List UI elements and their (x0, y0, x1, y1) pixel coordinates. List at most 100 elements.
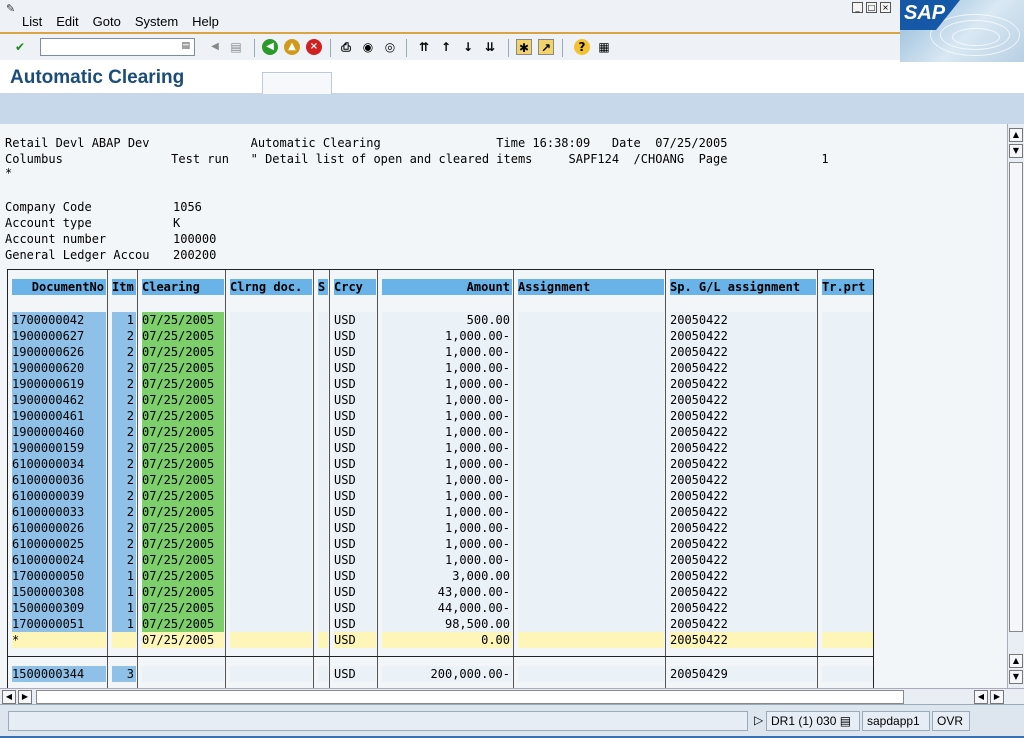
column-header-special[interactable]: S (318, 279, 328, 295)
cell-clearing-doc (230, 568, 312, 584)
cell-document-no[interactable]: 1500000309 (12, 600, 106, 616)
cell-document-no[interactable]: 6100000026 (12, 520, 106, 536)
column-header-amount[interactable]: Amount (382, 279, 512, 295)
column-header-assignment[interactable]: Assignment (518, 279, 664, 295)
menu-window-icon[interactable]: ✎ (6, 2, 15, 15)
find-icon[interactable]: ◉ (360, 39, 376, 55)
back-icon[interactable]: ◀ (262, 39, 278, 55)
subtotal-cell-item (112, 632, 136, 648)
cell-document-no[interactable]: 1500000308 (12, 584, 106, 600)
subtotal-cell-currency: USD (334, 632, 376, 648)
cell-clearing-doc (230, 376, 312, 392)
column-header-document-no[interactable]: DocumentNo (12, 279, 106, 295)
cell-document-no[interactable]: 1900000461 (12, 408, 106, 424)
cancel-icon[interactable]: × (306, 39, 322, 55)
cell-document-no[interactable]: 1700000051 (12, 616, 106, 632)
new-session-icon[interactable]: ✱ (516, 39, 532, 55)
cell-document-no[interactable]: 6100000024 (12, 552, 106, 568)
menu-edit[interactable]: Edit (56, 14, 78, 29)
layout-menu-icon[interactable]: ▦ (596, 39, 612, 55)
cell-item: 2 (112, 392, 136, 408)
cell-item: 2 (112, 536, 136, 552)
server-name: sapdapp1 (862, 711, 930, 731)
cell-clearing-date: 07/25/2005 (142, 488, 224, 504)
cell-clearing-date: 07/25/2005 (142, 520, 224, 536)
scroll-down-icon[interactable]: ▼ (1009, 670, 1023, 684)
scroll-up-icon[interactable]: ▲ (1009, 128, 1023, 142)
vertical-scrollbar[interactable]: ▲ ▼ ▲ ▼ (1007, 124, 1024, 688)
cell-amount: 1,000.00- (382, 488, 512, 504)
cell-document-no[interactable]: 1900000627 (12, 328, 106, 344)
column-header-clearing-doc[interactable]: Clrng doc. (230, 279, 312, 295)
cell-document-no[interactable]: 6100000033 (12, 504, 106, 520)
page-up-icon[interactable]: ▼ (1009, 144, 1023, 158)
horizontal-scroll-thumb[interactable] (36, 690, 904, 704)
cell-special (318, 616, 328, 632)
exit-icon[interactable]: ▲ (284, 39, 300, 55)
cell-document-no[interactable]: 1900000159 (12, 440, 106, 456)
cell-currency: USD (334, 360, 376, 376)
column-header-clearing-date[interactable]: Clearing (142, 279, 224, 295)
cell-document-no[interactable]: 6100000025 (12, 536, 106, 552)
open-items-table: DocumentNo Itm Clearing Clrng doc. S Crcy Amou… (7, 269, 874, 688)
cell-item: 2 (112, 472, 136, 488)
next-page-icon[interactable]: ↓ (460, 39, 476, 55)
page-left-icon[interactable]: ◀ (974, 690, 988, 704)
menu-system[interactable]: System (135, 14, 178, 29)
scroll-right-icon[interactable]: ▶ (990, 690, 1004, 704)
column-header-sp-gl-assignment[interactable]: Sp. G/L assignment (670, 279, 816, 295)
command-field[interactable]: ▤ (40, 38, 195, 56)
cell-amount: 1,000.00- (382, 408, 512, 424)
restore-icon[interactable]: □ (866, 2, 877, 13)
save-icon[interactable]: ▤ (228, 39, 244, 55)
cell-clearing-date: 07/25/2005 (142, 312, 224, 328)
resize-grip-icon[interactable] (972, 711, 1016, 731)
status-bar: ▷ DR1 (1) 030 ▤ sapdapp1 OVR (0, 704, 1024, 738)
cell-document-no[interactable]: 1900000626 (12, 344, 106, 360)
enter-check-icon[interactable]: ✔ (12, 39, 28, 55)
system-info[interactable]: DR1 (1) 030 ▤ (766, 711, 860, 731)
menu-bar: ✎ List Edit Goto System Help _ □ × (0, 0, 1024, 32)
cell-document-no[interactable]: 6100000034 (12, 456, 106, 472)
cell-document-no[interactable]: 1700000042 (12, 312, 106, 328)
scroll-left-icon[interactable]: ◀ (207, 39, 223, 55)
shortcut-icon[interactable]: ↗ (538, 39, 554, 55)
cell-document-no[interactable]: 1500000344 (12, 666, 106, 682)
menu-list[interactable]: List (22, 14, 42, 29)
cell-assignment (518, 666, 664, 682)
last-page-icon[interactable]: ⇊ (482, 39, 498, 55)
system-info-dropdown-icon: ▤ (839, 714, 852, 728)
cell-document-no[interactable]: 1900000620 (12, 360, 106, 376)
close-window-icon[interactable]: × (880, 2, 891, 13)
cell-special (318, 520, 328, 536)
cell-special (318, 376, 328, 392)
find-next-icon[interactable]: ◎ (382, 39, 398, 55)
first-page-icon[interactable]: ⇈ (416, 39, 432, 55)
cell-document-no[interactable]: 6100000036 (12, 472, 106, 488)
previous-page-icon[interactable]: ↑ (438, 39, 454, 55)
menu-goto[interactable]: Goto (93, 14, 121, 29)
horizontal-scrollbar[interactable]: ◀ ▶ ◀ ▶ (0, 688, 1024, 704)
scroll-right-small-icon[interactable]: ▶ (18, 690, 32, 704)
cell-currency: USD (334, 408, 376, 424)
cell-document-no[interactable]: 1900000462 (12, 392, 106, 408)
cell-currency: USD (334, 376, 376, 392)
cell-document-no[interactable]: 1900000460 (12, 424, 106, 440)
cell-document-no[interactable]: 6100000039 (12, 488, 106, 504)
command-history-icon[interactable]: ▤ (181, 41, 190, 51)
vertical-scroll-thumb[interactable] (1009, 162, 1023, 632)
subtotal-cell-document-no[interactable]: * (12, 632, 106, 648)
column-header-trading-partner[interactable]: Tr.prt (822, 279, 873, 295)
minimize-icon[interactable]: _ (852, 2, 863, 13)
status-expand-icon[interactable]: ▷ (750, 711, 767, 731)
scroll-left-icon[interactable]: ◀ (2, 690, 16, 704)
page-down-icon[interactable]: ▲ (1009, 654, 1023, 668)
print-icon[interactable]: ⎙ (338, 39, 354, 55)
column-header-currency[interactable]: Crcy (334, 279, 376, 295)
column-header-item[interactable]: Itm (112, 279, 136, 295)
menu-help[interactable]: Help (192, 14, 219, 29)
cell-document-no[interactable]: 1700000050 (12, 568, 106, 584)
cell-document-no[interactable]: 1900000619 (12, 376, 106, 392)
help-icon[interactable]: ? (574, 39, 590, 55)
cell-clearing-date: 07/25/2005 (142, 376, 224, 392)
